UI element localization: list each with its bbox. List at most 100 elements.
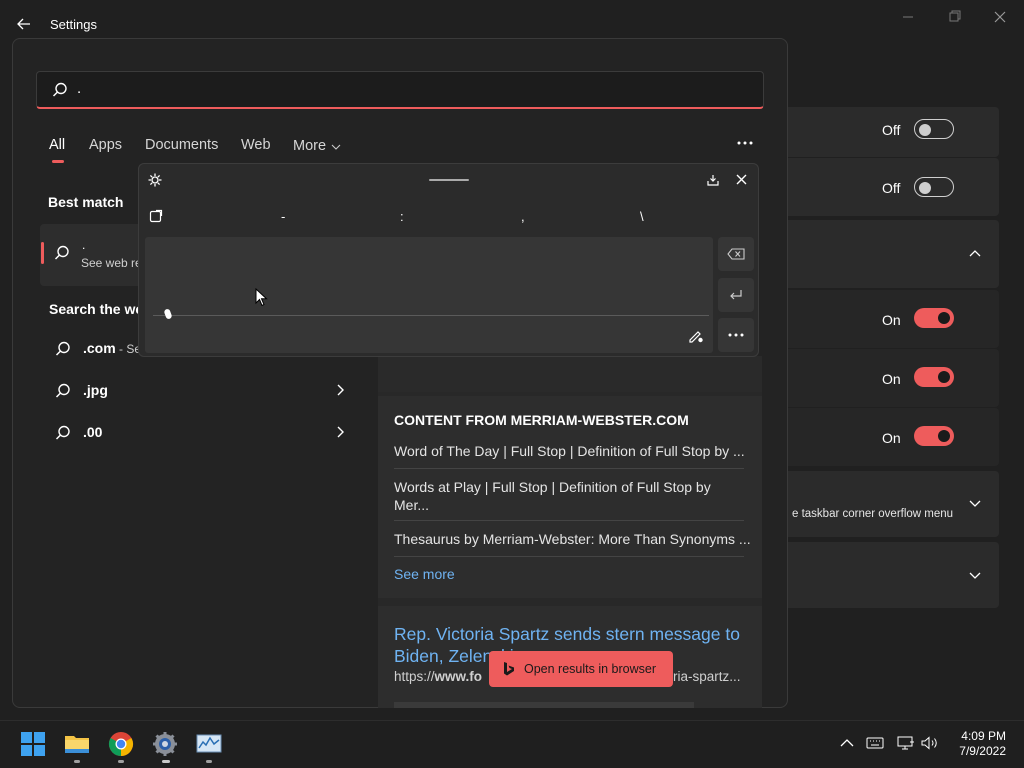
- search-icon: [52, 82, 67, 97]
- divider: [394, 520, 744, 521]
- enter-icon: [730, 290, 742, 300]
- enter-key[interactable]: [718, 278, 754, 312]
- more-icon: [728, 333, 744, 337]
- preview-card-top: [378, 356, 762, 392]
- open-results-label: Open results in browser: [524, 662, 657, 676]
- news-url-tail: ria-spartz...: [673, 669, 741, 684]
- toggle-state-label: Off: [882, 180, 901, 196]
- settings-row-description: e taskbar corner overflow menu: [792, 508, 954, 520]
- drag-handle[interactable]: [429, 179, 469, 181]
- suggestion-item[interactable]: \: [640, 209, 644, 224]
- file-explorer-button[interactable]: [63, 730, 91, 758]
- minimize-button[interactable]: [898, 8, 918, 26]
- tab-all[interactable]: All: [49, 137, 65, 153]
- running-indicator: [162, 760, 170, 763]
- back-button[interactable]: [14, 14, 34, 34]
- tab-documents[interactable]: Documents: [145, 137, 218, 153]
- clock-time: 4:09 PM: [961, 729, 1006, 743]
- suggestion-item[interactable]: ,: [521, 209, 525, 224]
- restore-icon: [949, 10, 961, 22]
- running-indicator: [74, 760, 80, 763]
- active-tab-indicator: [52, 160, 64, 163]
- web-result-query: .jpg: [83, 382, 108, 398]
- handwriting-baseline: [153, 315, 709, 316]
- toggle-switch[interactable]: [914, 426, 954, 446]
- more-keys-button[interactable]: [718, 318, 754, 352]
- close-icon[interactable]: [735, 173, 748, 186]
- settings-row: On: [788, 349, 999, 407]
- best-match-heading: Best match: [48, 194, 124, 210]
- divider: [394, 556, 744, 557]
- taskbar-clock[interactable]: 4:09 PM 7/9/2022: [946, 729, 1006, 759]
- close-icon: [994, 11, 1006, 23]
- settings-gear-icon[interactable]: [148, 173, 162, 187]
- window-title: Settings: [50, 17, 97, 32]
- web-result-item[interactable]: .jpg: [40, 371, 360, 411]
- search-web-heading: Search the we: [49, 301, 144, 317]
- suggestion-item[interactable]: :: [400, 209, 404, 224]
- news-snippet-line: [394, 702, 694, 708]
- news-url-domain: www.fo: [434, 669, 483, 684]
- toggle-switch[interactable]: [914, 177, 954, 197]
- start-button[interactable]: [19, 730, 47, 758]
- content-link[interactable]: Thesaurus by Merriam-Webster: More Than …: [394, 531, 751, 547]
- chrome-button[interactable]: [107, 730, 135, 758]
- toggle-switch[interactable]: [914, 308, 954, 328]
- search-box[interactable]: .: [36, 71, 764, 109]
- windows-logo-icon: [21, 732, 45, 756]
- chrome-icon: [108, 732, 134, 756]
- keyboard-icon[interactable]: [866, 737, 884, 749]
- settings-gear-icon: [153, 732, 177, 756]
- settings-app-button[interactable]: [151, 730, 179, 758]
- open-results-in-browser-button[interactable]: Open results in browser: [489, 651, 673, 687]
- emoji-clipboard-icon[interactable]: [149, 209, 163, 223]
- web-result-item[interactable]: .00: [40, 413, 360, 453]
- suggestion-item[interactable]: -: [281, 209, 285, 224]
- search-input[interactable]: .: [77, 80, 81, 97]
- handwriting-canvas[interactable]: [145, 237, 713, 353]
- chevron-up-icon: [969, 250, 981, 257]
- running-indicator: [206, 760, 212, 763]
- best-match-subtitle: See web re: [81, 256, 142, 270]
- performance-monitor-icon: [196, 734, 222, 753]
- toggle-switch[interactable]: [914, 119, 954, 139]
- search-icon: [55, 383, 70, 398]
- toggle-state-label: On: [882, 430, 901, 446]
- content-link[interactable]: Word of The Day | Full Stop | Definition…: [394, 443, 745, 459]
- chevron-up-icon[interactable]: [840, 738, 854, 748]
- restore-button[interactable]: [944, 8, 964, 26]
- dock-icon[interactable]: [706, 173, 720, 187]
- content-link[interactable]: Words at Play | Full Stop | Definition o…: [394, 478, 734, 514]
- monitor-app-button[interactable]: [195, 730, 223, 758]
- close-window-button[interactable]: [990, 8, 1010, 26]
- web-result-text: .com - Se: [83, 340, 141, 356]
- see-more-link[interactable]: See more: [394, 566, 455, 582]
- toggle-state-label: Off: [882, 122, 901, 138]
- settings-row: Off: [788, 158, 999, 216]
- web-result-query: .com: [83, 340, 116, 356]
- tab-apps[interactable]: Apps: [89, 137, 122, 153]
- news-url-prefix: https://: [394, 669, 435, 684]
- toggle-switch[interactable]: [914, 367, 954, 387]
- best-match-result[interactable]: . See web re: [40, 224, 150, 286]
- pen-settings-icon[interactable]: [688, 328, 704, 344]
- tab-web[interactable]: Web: [241, 137, 271, 153]
- settings-expander[interactable]: [788, 220, 999, 288]
- content-card: CONTENT FROM MERRIAM-WEBSTER.COM Word of…: [378, 396, 762, 598]
- tab-more-label: More: [293, 138, 327, 154]
- network-icon[interactable]: [897, 736, 915, 750]
- backspace-icon: [727, 248, 745, 260]
- more-options-icon[interactable]: [736, 139, 754, 147]
- settings-expander[interactable]: e taskbar corner overflow menu: [788, 471, 999, 537]
- volume-icon[interactable]: [921, 736, 939, 750]
- bing-icon: [504, 662, 514, 676]
- chevron-down-icon: [969, 500, 981, 507]
- settings-expander[interactable]: [788, 542, 999, 608]
- search-icon: [55, 425, 70, 440]
- content-heading: CONTENT FROM MERRIAM-WEBSTER.COM: [394, 412, 689, 428]
- selection-indicator: [41, 242, 44, 264]
- tab-more[interactable]: More: [293, 137, 326, 155]
- settings-row: On: [788, 408, 999, 466]
- backspace-key[interactable]: [718, 237, 754, 271]
- clock-date: 7/9/2022: [959, 744, 1006, 758]
